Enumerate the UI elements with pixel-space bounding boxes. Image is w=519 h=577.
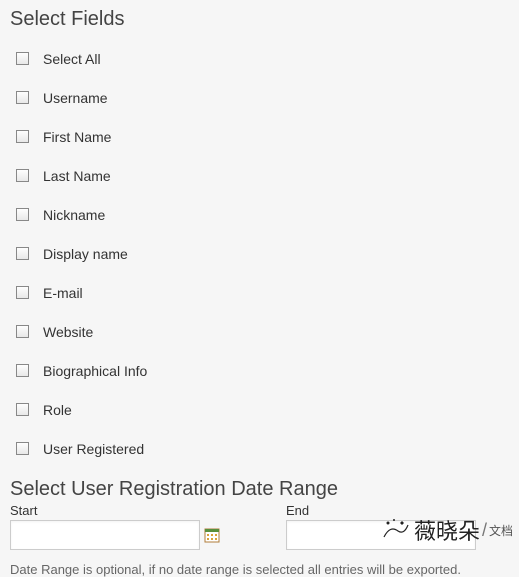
field-label: User Registered [43, 441, 144, 457]
field-item-role[interactable]: Role [16, 390, 509, 429]
field-item-select-all[interactable]: Select All [16, 39, 509, 78]
date-range-heading: Select User Registration Date Range [10, 478, 509, 501]
checkbox-icon[interactable] [16, 169, 29, 182]
checkbox-icon[interactable] [16, 91, 29, 104]
checkbox-icon[interactable] [16, 364, 29, 377]
field-label: First Name [43, 129, 111, 145]
field-item-display-name[interactable]: Display name [16, 234, 509, 273]
field-label: Username [43, 90, 108, 106]
end-label: End [286, 503, 476, 518]
start-label: Start [10, 503, 200, 518]
date-range-row: Start End [10, 503, 509, 550]
checkbox-icon[interactable] [16, 52, 29, 65]
field-item-nickname[interactable]: Nickname [16, 195, 509, 234]
field-item-user-registered[interactable]: User Registered [16, 429, 509, 468]
calendar-icon[interactable] [204, 527, 220, 543]
field-item-username[interactable]: Username [16, 78, 509, 117]
end-date-column: End [286, 503, 476, 550]
field-item-website[interactable]: Website [16, 312, 509, 351]
checkbox-icon[interactable] [16, 442, 29, 455]
field-label: E-mail [43, 285, 83, 301]
field-label: Last Name [43, 168, 111, 184]
end-date-input-wrap[interactable] [286, 520, 476, 550]
start-date-input[interactable] [11, 523, 204, 547]
end-date-input[interactable] [287, 523, 480, 547]
field-item-bio[interactable]: Biographical Info [16, 351, 509, 390]
field-label: Nickname [43, 207, 105, 223]
date-range-note: Date Range is optional, if no date range… [10, 562, 509, 577]
checkbox-icon[interactable] [16, 403, 29, 416]
field-list: Select All Username First Name Last Name… [10, 39, 509, 468]
start-date-input-wrap[interactable] [10, 520, 200, 550]
field-label: Display name [43, 246, 128, 262]
start-date-column: Start [10, 503, 200, 550]
checkbox-icon[interactable] [16, 286, 29, 299]
checkbox-icon[interactable] [16, 325, 29, 338]
fields-heading: Select Fields [10, 8, 509, 31]
field-item-email[interactable]: E-mail [16, 273, 509, 312]
field-label: Select All [43, 51, 101, 67]
field-label: Biographical Info [43, 363, 147, 379]
field-label: Website [43, 324, 93, 340]
checkbox-icon[interactable] [16, 247, 29, 260]
field-label: Role [43, 402, 72, 418]
field-item-last-name[interactable]: Last Name [16, 156, 509, 195]
checkbox-icon[interactable] [16, 130, 29, 143]
checkbox-icon[interactable] [16, 208, 29, 221]
field-item-first-name[interactable]: First Name [16, 117, 509, 156]
